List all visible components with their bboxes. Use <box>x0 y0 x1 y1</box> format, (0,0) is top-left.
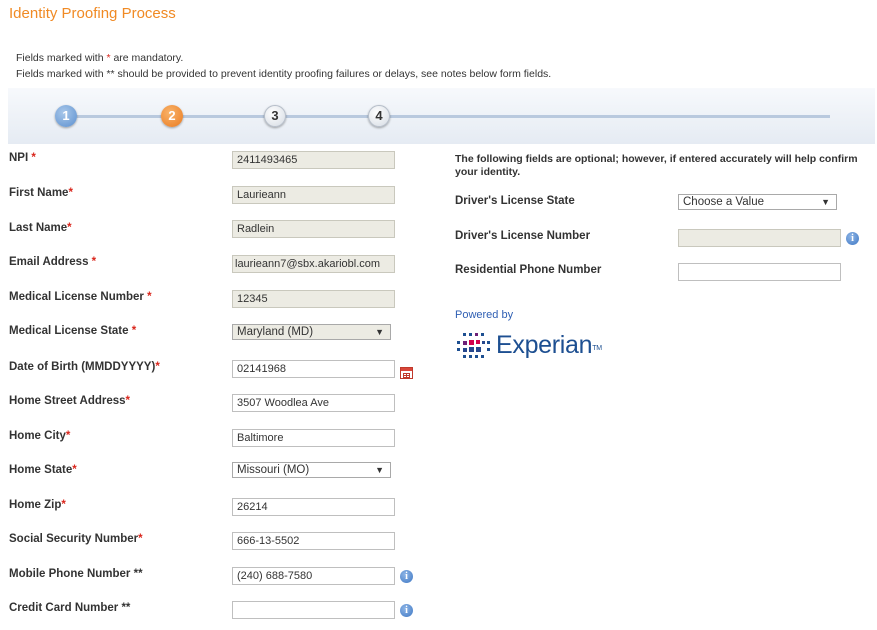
step-3: 3 <box>264 105 286 127</box>
residential-phone-field[interactable] <box>678 263 841 281</box>
dropdown-arrow-icon: ▼ <box>375 465 384 475</box>
dl-state-value: Choose a Value <box>683 196 764 208</box>
dl-state-select[interactable]: Choose a Value ▼ <box>678 194 837 210</box>
email-label: Email Address * <box>9 256 97 268</box>
dob-label: Date of Birth (MMDDYYYY)* <box>9 361 160 373</box>
npi-label: NPI * <box>9 152 36 164</box>
home-state-label: Home State* <box>9 464 77 476</box>
mandatory-note: Fields marked with * are mandatory. <box>16 52 184 64</box>
step-2: 2 <box>161 105 183 127</box>
medical-license-number-label: Medical License Number * <box>9 291 152 303</box>
info-icon[interactable]: i <box>400 604 413 617</box>
powered-by-label: Powered by <box>455 309 514 321</box>
first-name-field[interactable]: Laurieann <box>232 186 395 204</box>
info-icon[interactable]: i <box>846 232 859 245</box>
mobile-phone-label: Mobile Phone Number ** <box>9 568 143 580</box>
home-city-field[interactable]: Baltimore <box>232 429 395 447</box>
last-name-field[interactable]: Radlein <box>232 220 395 238</box>
step-progress-bar: 1 2 3 4 <box>8 88 875 144</box>
home-zip-field[interactable]: 26214 <box>232 498 395 516</box>
home-zip-label: Home Zip* <box>9 499 66 511</box>
first-name-label: First Name* <box>9 187 73 199</box>
ssn-label: Social Security Number* <box>9 533 143 545</box>
page-title: Identity Proofing Process <box>9 5 176 22</box>
dl-state-label: Driver's License State <box>455 195 575 207</box>
home-state-select[interactable]: Missouri (MO) ▼ <box>232 462 391 478</box>
dob-field[interactable]: 02141968 <box>232 360 395 378</box>
home-street-field[interactable]: 3507 Woodlea Ave <box>232 394 395 412</box>
home-city-label: Home City* <box>9 430 71 442</box>
dl-number-field[interactable] <box>678 229 841 247</box>
residential-phone-label: Residential Phone Number <box>455 264 602 276</box>
dl-number-label: Driver's License Number <box>455 230 591 242</box>
home-state-value: Missouri (MO) <box>237 464 310 476</box>
experian-logo-mark-icon <box>457 333 490 358</box>
ssn-field[interactable]: 666-13-5502 <box>232 532 395 550</box>
step-1: 1 <box>55 105 77 127</box>
recommended-note: Fields marked with ** should be provided… <box>16 68 552 80</box>
medical-license-state-label: Medical License State * <box>9 325 137 337</box>
step-4: 4 <box>368 105 390 127</box>
email-field[interactable]: laurieann7@sbx.akariobl.com <box>232 255 395 273</box>
medical-license-state-value: Maryland (MD) <box>237 326 314 338</box>
credit-card-label: Credit Card Number ** <box>9 602 131 614</box>
calendar-icon[interactable] <box>400 367 413 379</box>
mobile-phone-field[interactable]: (240) 688-7580 <box>232 567 395 585</box>
experian-logo: ExperianTM <box>455 329 602 363</box>
dropdown-arrow-icon: ▼ <box>821 197 830 207</box>
experian-wordmark: ExperianTM <box>496 331 602 359</box>
npi-field[interactable]: 2411493465 <box>232 151 395 169</box>
info-icon[interactable]: i <box>400 570 413 583</box>
last-name-label: Last Name* <box>9 222 72 234</box>
medical-license-number-field[interactable]: 12345 <box>232 290 395 308</box>
credit-card-field[interactable] <box>232 601 395 619</box>
dropdown-arrow-icon: ▼ <box>375 327 384 337</box>
medical-license-state-select[interactable]: Maryland (MD) ▼ <box>232 324 391 340</box>
home-street-label: Home Street Address* <box>9 395 131 407</box>
optional-note: The following fields are optional; howev… <box>455 153 858 178</box>
